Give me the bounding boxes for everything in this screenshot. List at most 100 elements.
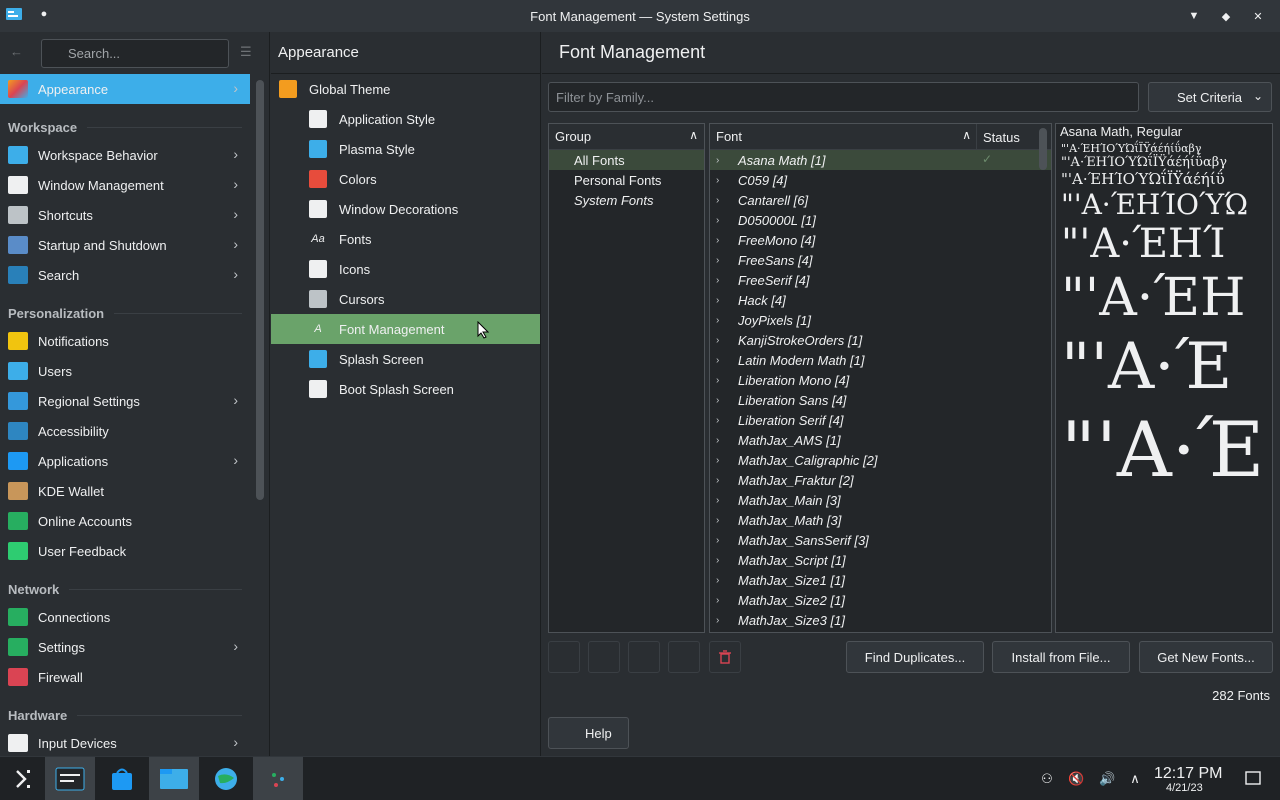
sidebar-item-regional-settings[interactable]: Regional Settings › [0,386,250,416]
disable-font-button[interactable] [588,641,620,673]
sidebar-item-users[interactable]: Users [0,356,250,386]
expand-arrow-icon[interactable]: › [716,335,728,346]
sidebar-item-shortcuts[interactable]: Shortcuts › [0,200,250,230]
add-group-button[interactable] [628,641,660,673]
sidebar-item-window-management[interactable]: Window Management › [0,170,250,200]
help-button[interactable]: Help [548,717,629,749]
app-launcher-icon[interactable] [0,757,50,800]
font-list-item[interactable]: › MathJax_AMS [1] [710,430,1051,450]
remove-group-button[interactable] [668,641,700,673]
expand-arrow-icon[interactable]: › [716,315,728,326]
category-item-application-style[interactable]: Application Style [271,104,540,134]
expand-arrow-icon[interactable]: › [716,355,728,366]
font-list-item[interactable]: › C059 [4] [710,170,1051,190]
category-item-boot-splash-screen[interactable]: Boot Splash Screen [271,374,540,404]
sidebar-item-notifications[interactable]: Notifications [0,326,250,356]
font-list-item[interactable]: › MathJax_Caligraphic [2] [710,450,1051,470]
sidebar-item-applications[interactable]: Applications › [0,446,250,476]
sidebar-item-startup-and-shutdown[interactable]: Startup and Shutdown › [0,230,250,260]
hamburger-menu-icon[interactable]: ☰ [240,44,256,60]
expand-arrow-icon[interactable]: › [716,175,728,186]
font-list-item[interactable]: › FreeSans [4] [710,250,1051,270]
expand-arrow-icon[interactable]: › [716,595,728,606]
group-item[interactable]: All Fonts [549,150,704,170]
group-item[interactable]: Personal Fonts [549,170,704,190]
filter-input[interactable]: Filter by Family... [548,82,1139,112]
category-item-global-theme[interactable]: Global Theme [271,74,540,104]
set-criteria-dropdown[interactable]: Set Criteria ⌄ [1148,82,1272,112]
sidebar-item-search[interactable]: Search › [0,260,250,290]
expand-arrow-icon[interactable]: › [716,375,728,386]
font-list-item[interactable]: › Hack [4] [710,290,1051,310]
expand-arrow-icon[interactable]: › [716,535,728,546]
font-list-item[interactable]: › D050000L [1] [710,210,1051,230]
font-list-item[interactable]: › Latin Modern Math [1] [710,350,1051,370]
font-list-item[interactable]: › MathJax_Script [1] [710,550,1051,570]
category-item-cursors[interactable]: Cursors [271,284,540,314]
browser-task-icon[interactable] [201,757,251,800]
search-input[interactable]: Search... [41,39,229,68]
category-item-plasma-style[interactable]: Plasma Style [271,134,540,164]
expand-arrow-icon[interactable]: › [716,255,728,266]
category-item-fonts[interactable]: Aa Fonts [271,224,540,254]
expand-arrow-icon[interactable]: › [716,575,728,586]
expand-arrow-icon[interactable]: › [716,615,728,626]
sidebar-item-workspace-behavior[interactable]: Workspace Behavior › [0,140,250,170]
sidebar-item-online-accounts[interactable]: Online Accounts [0,506,250,536]
maximize-icon[interactable]: ◆ [1218,8,1234,24]
back-icon[interactable]: ← [10,44,26,60]
get-new-fonts-button[interactable]: Get New Fonts... [1139,641,1273,673]
font-column-header[interactable]: Font ∧ Status [710,124,1051,150]
group-item[interactable]: System Fonts [549,190,704,210]
clock-time[interactable]: 12:17 PM [1154,765,1222,783]
font-list-item[interactable]: › MathJax_Math [3] [710,510,1051,530]
sidebar-item-firewall[interactable]: Firewall [0,662,250,692]
font-list-item[interactable]: › MathJax_SansSerif [3] [710,530,1051,550]
sidebar-item-connections[interactable]: Connections [0,602,250,632]
font-list-item[interactable]: › MathJax_Main [3] [710,490,1051,510]
expand-arrow-icon[interactable]: › [716,555,728,566]
expand-arrow-icon[interactable]: › [716,295,728,306]
system-settings-task-icon[interactable] [45,757,95,800]
expand-arrow-icon[interactable]: › [716,495,728,506]
mute-icon[interactable]: 🔇 [1068,771,1084,787]
volume-icon[interactable]: 🔊 [1099,771,1115,787]
font-list-item[interactable]: › Cantarell [6] [710,190,1051,210]
category-item-font-management[interactable]: A Font Management [271,314,540,344]
find-duplicates-button[interactable]: Find Duplicates... [846,641,984,673]
expand-arrow-icon[interactable]: › [716,415,728,426]
category-item-colors[interactable]: Colors [271,164,540,194]
font-list-item[interactable]: › MathJax_Fraktur [2] [710,470,1051,490]
font-list-item[interactable]: › Liberation Serif [4] [710,410,1051,430]
sidebar-item-user-feedback[interactable]: User Feedback [0,536,250,566]
font-list-item[interactable]: › Asana Math [1] ✓ [710,150,1051,170]
expand-arrow-icon[interactable]: › [716,195,728,206]
font-list-item[interactable]: › JoyPixels [1] [710,310,1051,330]
expand-arrow-icon[interactable]: › [716,395,728,406]
expand-arrow-icon[interactable]: › [716,215,728,226]
font-list-item[interactable]: › MathJax_Size1 [1] [710,570,1051,590]
font-list-item[interactable]: › FreeMono [4] [710,230,1051,250]
sidebar-item-settings[interactable]: Settings › [0,632,250,662]
font-list-item[interactable]: › Liberation Sans [4] [710,390,1051,410]
category-item-window-decorations[interactable]: Window Decorations [271,194,540,224]
font-list-item[interactable]: › MathJax_Size2 [1] [710,590,1051,610]
clock-date[interactable]: 4/21/23 [1166,782,1203,794]
user-icon[interactable]: ⚇ [1039,771,1055,787]
expand-arrow-icon[interactable]: › [716,275,728,286]
file-manager-task-icon[interactable] [149,757,199,800]
expand-arrow-icon[interactable]: › [716,235,728,246]
category-item-splash-screen[interactable]: Splash Screen [271,344,540,374]
font-list-item[interactable]: › FreeSerif [4] [710,270,1051,290]
expand-arrow-icon[interactable]: › [716,435,728,446]
expand-arrow-icon[interactable]: › [716,455,728,466]
expand-arrow-icon[interactable]: › [716,515,728,526]
expand-arrow-icon[interactable]: › [716,155,728,166]
delete-font-button[interactable] [709,641,741,673]
font-list-item[interactable]: › MathJax_Size3 [1] [710,610,1051,630]
sidebar-item-accessibility[interactable]: Accessibility [0,416,250,446]
minimize-icon[interactable]: ▼ [1186,8,1202,24]
font-list-item[interactable]: › Liberation Mono [4] [710,370,1051,390]
font-list-item[interactable]: › KanjiStrokeOrders [1] [710,330,1051,350]
close-icon[interactable]: ✕ [1250,8,1266,24]
